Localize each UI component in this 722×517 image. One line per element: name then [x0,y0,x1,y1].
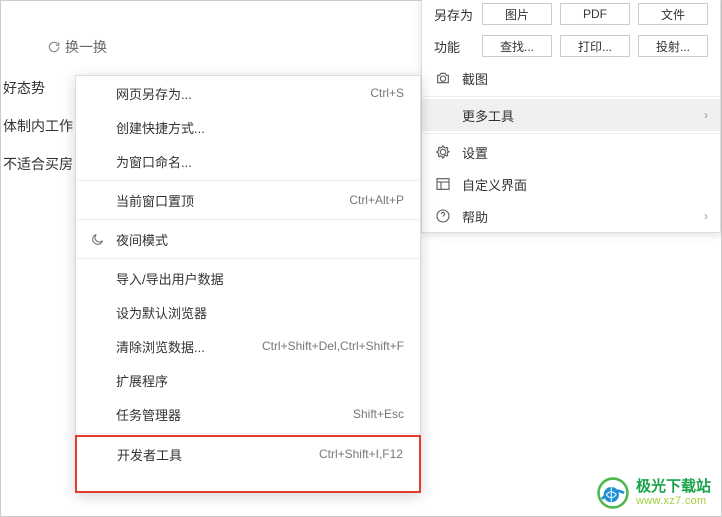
screenshot-label: 截图 [462,69,708,88]
import-export-item[interactable]: 导入/导出用户数据 [76,261,420,295]
more-tools-submenu: 网页另存为... Ctrl+S 创建快捷方式... 为窗口命名... 当前窗口置… [75,75,421,493]
import-export-label: 导入/导出用户数据 [116,269,394,288]
save-page-label: 网页另存为... [116,84,360,103]
screenshot-item[interactable]: 截图 [422,62,720,94]
bg-line: 好态势 [1,69,73,107]
clear-data-label: 清除浏览数据... [116,337,252,356]
save-page-shortcut: Ctrl+S [370,86,404,100]
default-browser-item[interactable]: 设为默认浏览器 [76,295,420,329]
night-mode-item[interactable]: 夜间模式 [76,222,420,256]
gear-icon [434,144,452,160]
save-as-pdf-button[interactable]: PDF [560,3,630,25]
menu-separator [422,96,720,97]
settings-label: 设置 [462,143,708,162]
clear-data-shortcut: Ctrl+Shift+Del,Ctrl+Shift+F [262,339,404,353]
task-manager-item[interactable]: 任务管理器 Shift+Esc [76,397,420,431]
custom-ui-label: 自定义界面 [462,175,708,194]
camera-icon [434,70,452,86]
menu-separator [76,433,420,434]
pin-window-label: 当前窗口置顶 [116,191,339,210]
cast-button[interactable]: 投射... [638,35,708,57]
more-tools-label: 更多工具 [462,106,694,125]
pin-window-shortcut: Ctrl+Alt+P [349,193,404,207]
create-shortcut-label: 创建快捷方式... [116,118,394,137]
globe-icon [596,476,630,510]
watermark: 极光下载站 www.xz7.com [596,476,711,510]
chevron-right-icon: › [704,209,708,223]
pin-window-item[interactable]: 当前窗口置顶 Ctrl+Alt+P [76,183,420,217]
watermark-url: www.xz7.com [636,495,711,507]
help-icon [434,208,452,224]
menu-separator [76,180,420,181]
find-button[interactable]: 查找... [482,35,552,57]
clear-data-item[interactable]: 清除浏览数据... Ctrl+Shift+Del,Ctrl+Shift+F [76,329,420,363]
task-manager-label: 任务管理器 [116,405,343,424]
help-item[interactable]: 帮助 › [422,200,720,232]
default-browser-label: 设为默认浏览器 [116,303,394,322]
extensions-item[interactable]: 扩展程序 [76,363,420,397]
custom-ui-item[interactable]: 自定义界面 [422,168,720,200]
save-as-label: 另存为 [434,5,474,24]
highlight-annotation: 开发者工具 Ctrl+Shift+I,F12 [75,435,421,493]
background-text: 好态势 体制内工作 不适合买房 [1,39,73,183]
name-window-item[interactable]: 为窗口命名... [76,144,420,178]
dev-tools-label: 开发者工具 [117,445,309,464]
bg-line: 体制内工作 [1,107,73,145]
create-shortcut-item[interactable]: 创建快捷方式... [76,110,420,144]
save-as-file-button[interactable]: 文件 [638,3,708,25]
menu-separator [76,258,420,259]
menu-separator [422,133,720,134]
bg-line: 不适合买房 [1,145,73,183]
print-button[interactable]: 打印... [560,35,630,57]
extensions-label: 扩展程序 [116,371,394,390]
more-tools-item[interactable]: 更多工具 › [422,99,720,131]
watermark-title: 极光下载站 [636,479,711,496]
functions-row: 功能 查找... 打印... 投射... [422,30,720,62]
chevron-right-icon: › [704,108,708,122]
dev-tools-shortcut: Ctrl+Shift+I,F12 [319,447,403,461]
functions-label: 功能 [434,37,474,56]
save-page-item[interactable]: 网页另存为... Ctrl+S [76,76,420,110]
main-menu: 另存为 图片 PDF 文件 功能 查找... 打印... 投射... 截图 更多… [421,0,721,233]
night-mode-label: 夜间模式 [116,230,394,249]
dev-tools-item[interactable]: 开发者工具 Ctrl+Shift+I,F12 [77,437,419,471]
moon-icon [88,232,106,247]
layout-icon [434,176,452,192]
save-as-row: 另存为 图片 PDF 文件 [422,0,720,30]
settings-item[interactable]: 设置 [422,136,720,168]
menu-separator [76,219,420,220]
name-window-label: 为窗口命名... [116,152,394,171]
help-label: 帮助 [462,207,694,226]
task-manager-shortcut: Shift+Esc [353,407,404,421]
save-as-image-button[interactable]: 图片 [482,3,552,25]
